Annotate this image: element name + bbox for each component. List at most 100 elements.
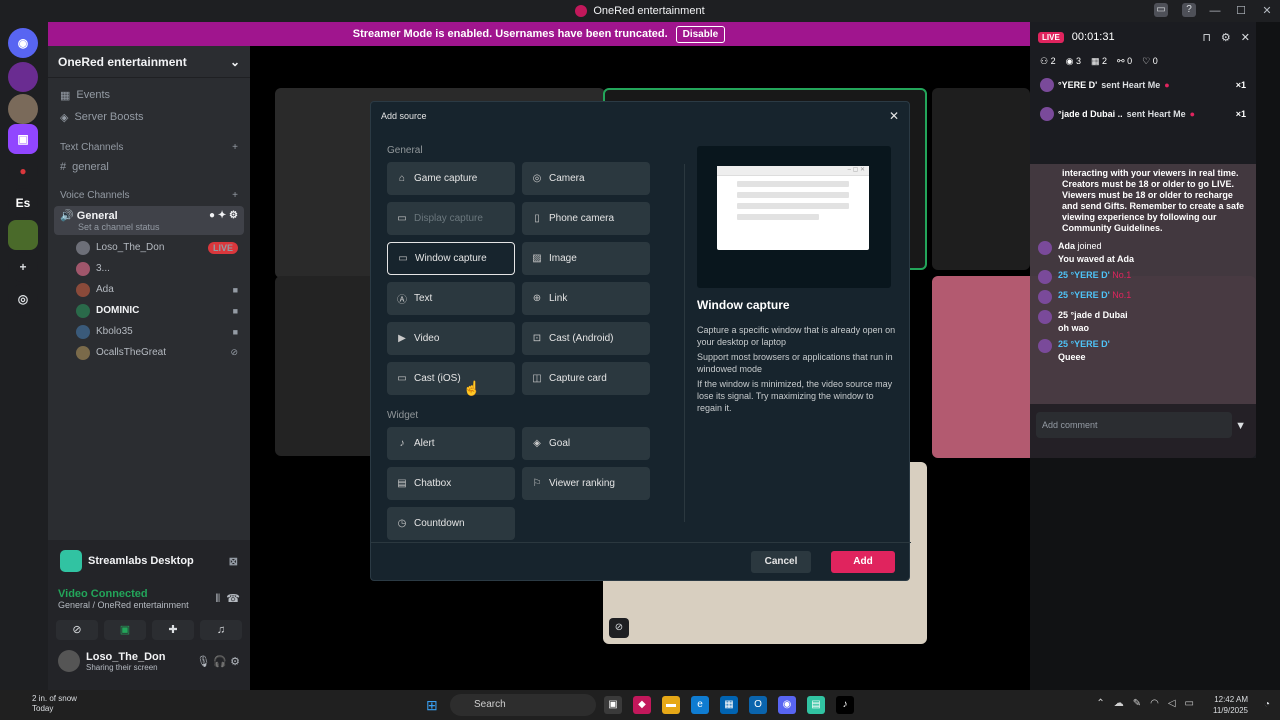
source-camera[interactable]: ◎ Camera — [522, 162, 650, 195]
battery-icon[interactable]: ▭ — [1185, 698, 1194, 709]
play-icon: ▶ — [398, 333, 406, 344]
add-server-icon[interactable]: + — [8, 252, 38, 282]
filter-icon[interactable]: ▼ — [1235, 420, 1246, 432]
discover-icon[interactable]: ◎ — [8, 284, 38, 314]
system-message: interacting with your viewers in real ti… — [1062, 168, 1245, 233]
camera-off-button[interactable]: ⊘ — [56, 620, 98, 640]
shield-icon: ◈ — [533, 438, 541, 449]
speaker-icon: 🔊 — [60, 210, 74, 222]
member-item[interactable]: Loso_The_Don LIVE — [48, 237, 250, 258]
server-onered-icon[interactable] — [8, 220, 38, 250]
mute-icon[interactable]: ⊘ — [609, 618, 629, 638]
server-es[interactable]: Es — [8, 188, 38, 218]
widget-alert[interactable]: ♪ Alert — [387, 427, 515, 460]
category-text[interactable]: Text Channels + — [48, 138, 250, 156]
server-icon[interactable]: ● — [8, 156, 38, 186]
discord-home-icon[interactable]: ◉ — [8, 28, 38, 58]
server-icon[interactable] — [8, 94, 38, 124]
source-cast-ios[interactable]: ▭ Cast (iOS) — [387, 362, 515, 395]
task-view-icon[interactable]: ▣ — [604, 696, 622, 714]
chat-feed[interactable]: interacting with your viewers in real ti… — [1030, 164, 1256, 404]
help-icon[interactable]: ? — [1182, 3, 1196, 17]
twitch-server-icon[interactable]: ▣ — [8, 124, 38, 154]
mic-icon[interactable]: 🎙 — [196, 656, 210, 668]
widget-viewer-ranking[interactable]: ⚐ Viewer ranking — [522, 467, 650, 500]
minimize-button[interactable]: — — [1202, 0, 1228, 22]
source-game-capture[interactable]: ⌂ Game capture — [387, 162, 515, 195]
mouse-cursor-icon: ☝ — [463, 380, 481, 396]
maximize-button[interactable]: ☐ — [1228, 0, 1254, 22]
comment-input[interactable]: Add comment — [1036, 412, 1232, 438]
server-header[interactable]: OneRed entertainment ⌄ — [48, 46, 250, 78]
source-capture-card[interactable]: ◫ Capture card — [522, 362, 650, 395]
source-link[interactable]: ⊕ Link — [522, 282, 650, 315]
store-icon[interactable]: ▦ — [720, 696, 738, 714]
source-video[interactable]: ▶ Video — [387, 322, 515, 355]
noise-icon[interactable]: ⦀ — [215, 593, 220, 605]
pen-icon[interactable]: ✎ — [1133, 698, 1141, 709]
screen-share-button[interactable]: ▣ — [104, 620, 146, 640]
volume-icon[interactable]: ◁ — [1168, 698, 1176, 709]
connection-status[interactable]: Video Connected — [58, 588, 189, 600]
wifi-icon[interactable]: ◠ — [1150, 698, 1159, 709]
copilot-icon[interactable]: ◆ — [633, 696, 651, 714]
edge-icon[interactable]: e — [691, 696, 709, 714]
activities-button[interactable]: ✚ — [152, 620, 194, 640]
close-icon[interactable]: ✕ — [1241, 31, 1250, 44]
widget-countdown[interactable]: ◷ Countdown — [387, 507, 515, 540]
inbox-icon[interactable]: ▭ — [1154, 3, 1168, 17]
add-channel-icon[interactable]: + — [232, 190, 238, 201]
member-item[interactable]: Kbolo35 ■ — [48, 321, 250, 342]
member-item[interactable]: 3... — [48, 258, 250, 279]
source-text[interactable]: Ⓐ Text — [387, 282, 515, 315]
server-rail: ◉ ▣ ● Es + ◎ — [0, 22, 48, 690]
nav-events[interactable]: ▦ Events — [48, 84, 250, 106]
source-window-capture[interactable]: ▭ Window capture — [387, 242, 515, 275]
disconnect-icon[interactable]: ☎ — [226, 593, 240, 605]
source-image[interactable]: ▨ Image — [522, 242, 650, 275]
add-button[interactable]: Add — [831, 551, 895, 573]
user-panel[interactable]: Loso_The_Don Sharing their screen 🎙 🎧 ⚙ — [48, 644, 250, 678]
member-item[interactable]: OcallsTheGreat ⊘ — [48, 342, 250, 363]
file-explorer-icon[interactable]: ▬ — [662, 696, 680, 714]
chevron-up-icon[interactable]: ⌃ — [1096, 698, 1104, 709]
source-phone-camera[interactable]: ▯ Phone camera — [522, 202, 650, 235]
channel-status[interactable]: Set a channel status — [60, 222, 238, 232]
headphones-icon[interactable]: 🎧 — [213, 656, 227, 668]
activity-panel[interactable]: Streamlabs Desktop ⊠ — [54, 546, 244, 576]
nav-server-boosts[interactable]: ◈ Server Boosts — [48, 106, 250, 128]
discord-icon[interactable]: ◉ — [778, 696, 796, 714]
close-window-button[interactable]: ✕ — [1254, 0, 1280, 22]
weather-widget[interactable]: 2 in. of snow Today — [12, 694, 77, 714]
cloud-icon[interactable]: ☁ — [1114, 698, 1124, 709]
member-item[interactable]: Ada ■ — [48, 279, 250, 300]
add-channel-icon[interactable]: + — [232, 142, 238, 153]
widget-chatbox[interactable]: ▤ Chatbox — [387, 467, 515, 500]
disable-button[interactable]: Disable — [675, 25, 726, 43]
text-icon: Ⓐ — [397, 295, 407, 306]
close-icon[interactable]: ✕ — [889, 109, 899, 123]
voice-channel-general[interactable]: 🔊 General ● ✦ ⚙ Set a channel status — [54, 206, 244, 235]
cancel-button[interactable]: Cancel — [751, 551, 811, 573]
member-item[interactable]: DOMINIC ■ — [48, 300, 250, 321]
widget-goal[interactable]: ◈ Goal — [522, 427, 650, 460]
channel-actions[interactable]: ● ✦ ⚙ — [209, 210, 238, 221]
notification-icon[interactable]: ◔ — [1264, 699, 1270, 710]
source-cast-android[interactable]: ⊡ Cast (Android) — [522, 322, 650, 355]
settings-icon[interactable]: ⚙ — [1221, 31, 1231, 44]
connection-channel[interactable]: General / OneRed entertainment — [58, 600, 189, 610]
category-voice[interactable]: Voice Channels + — [48, 186, 250, 204]
channel-general-text[interactable]: # general — [48, 156, 250, 178]
clock[interactable]: 12:42 AM 11/9/2025 — [1213, 694, 1248, 716]
close-activity-icon[interactable]: ⊠ — [229, 555, 238, 568]
tiktok-icon[interactable]: ♪ — [836, 696, 854, 714]
streamlabs-icon[interactable]: ▤ — [807, 696, 825, 714]
server-icon[interactable] — [8, 62, 38, 92]
soundboard-button[interactable]: ♫ — [200, 620, 242, 640]
taskbar-search[interactable]: Search — [450, 694, 596, 716]
start-icon[interactable]: ⊞ — [426, 697, 442, 713]
outlook-icon[interactable]: O — [749, 696, 767, 714]
video-tile[interactable] — [932, 88, 1030, 270]
settings-icon[interactable]: ⚙ — [230, 656, 240, 668]
lock-icon[interactable]: ⊓ — [1202, 31, 1211, 44]
